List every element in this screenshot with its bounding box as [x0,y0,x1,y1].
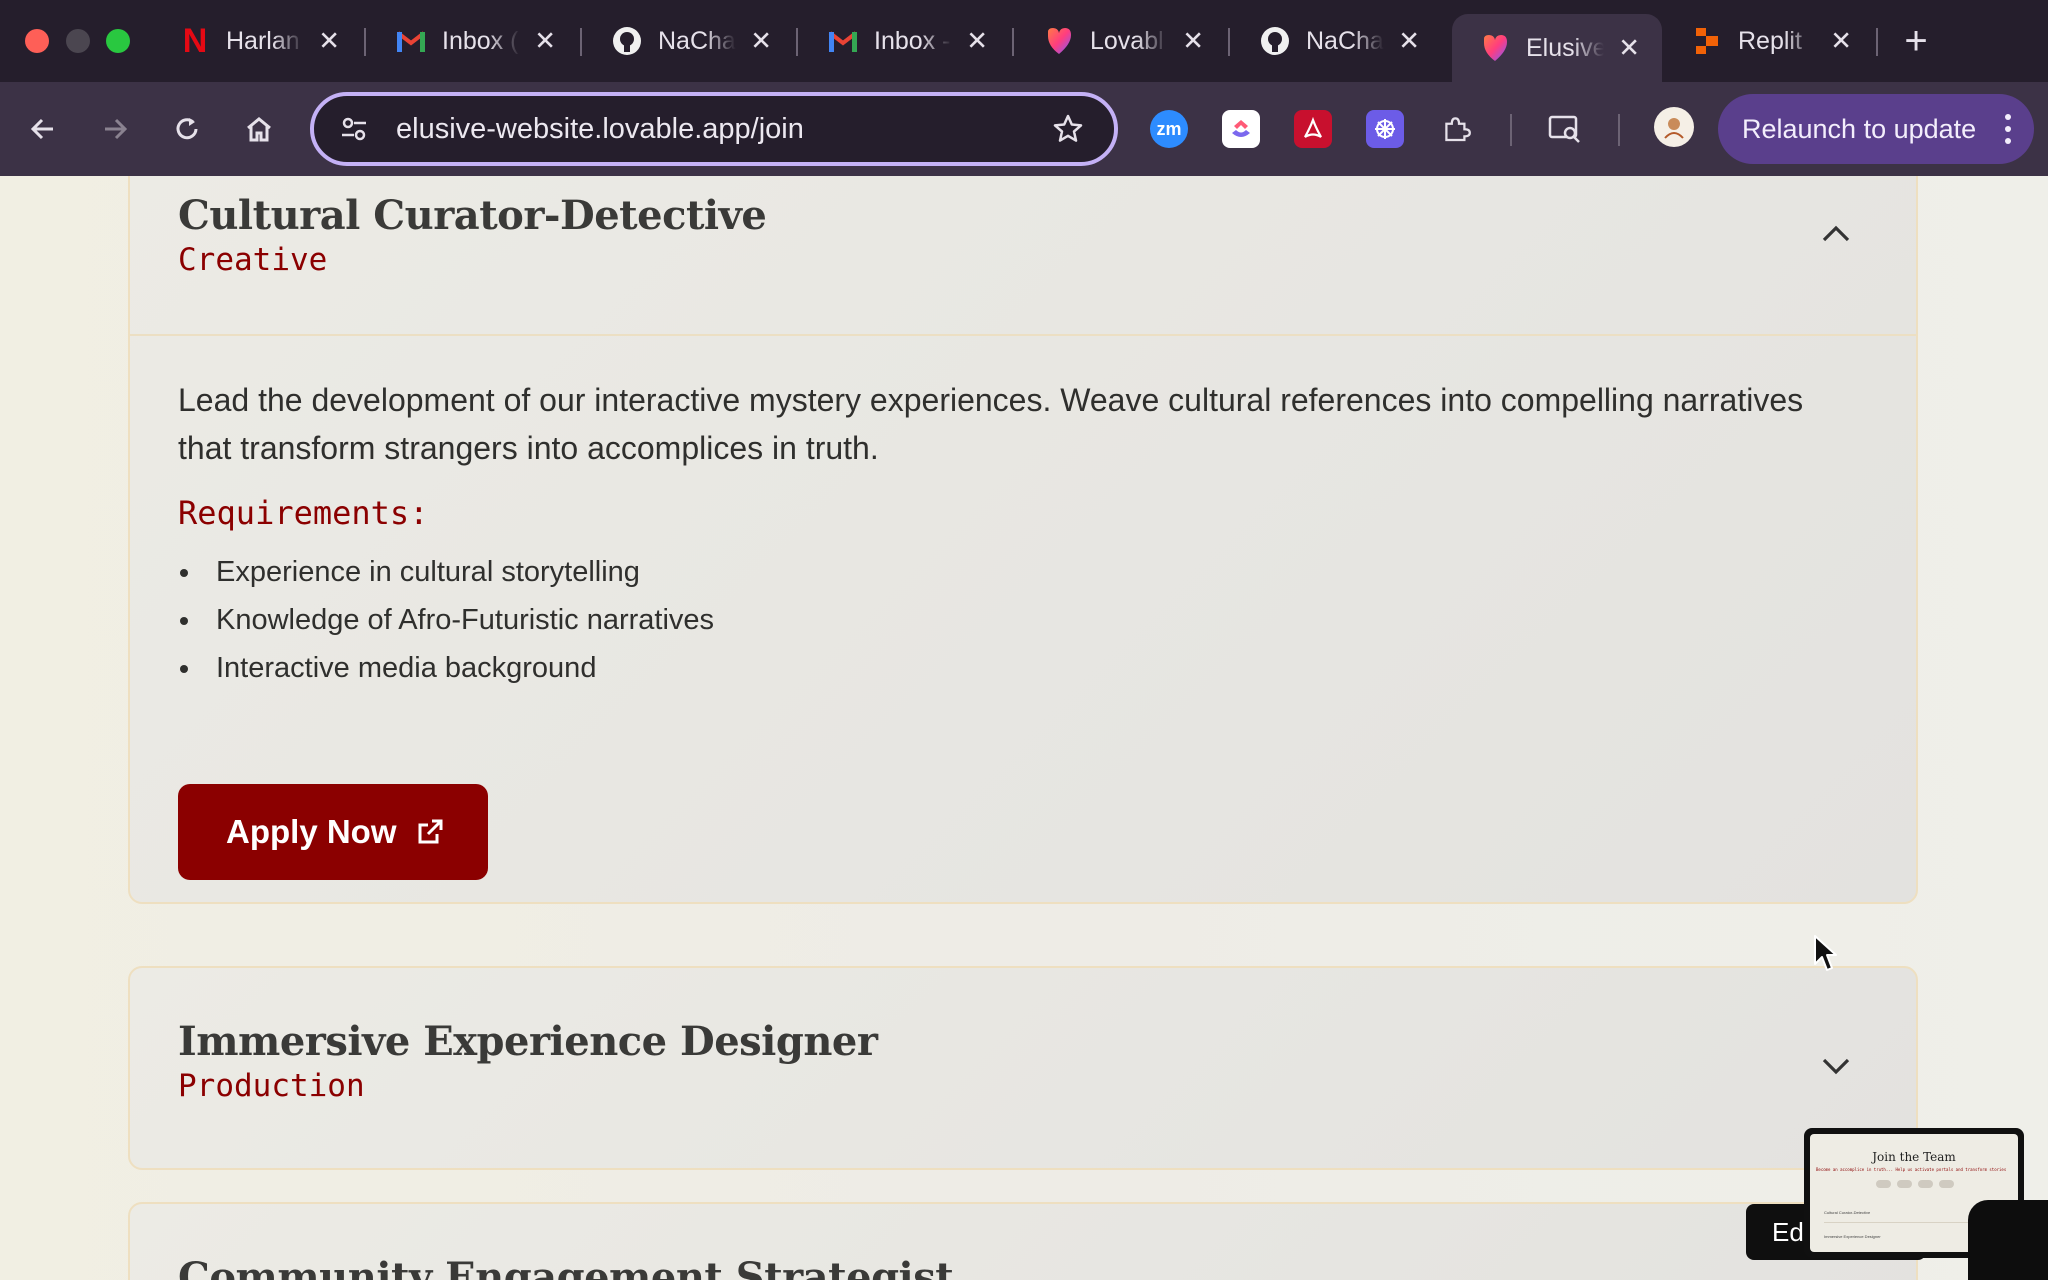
replit-icon [1692,26,1722,56]
relaunch-to-update-button[interactable]: Relaunch to update [1718,94,2034,164]
netflix-icon: N [182,21,208,60]
github-icon [612,26,642,56]
tab-separator [1228,28,1230,56]
site-settings-icon[interactable] [334,109,374,149]
close-tab-icon[interactable]: ✕ [1830,26,1852,57]
role-card-collapsed[interactable]: Community Engagement Strategist [128,1202,1918,1280]
acrobat-icon[interactable] [1294,110,1332,148]
forward-button[interactable] [90,104,140,154]
url-text[interactable]: elusive-website.lovable.app/join [396,113,1048,146]
tab-title: Inbox ( [442,26,519,55]
preview-subtitle: Become an accomplice in truth... Help us… [1816,1167,2007,1172]
role-card-expanded: Cultural Curator-Detective Creative Lead… [128,176,1918,904]
preview-filter-chips [1876,1180,1954,1188]
role-category: Production [178,1068,365,1104]
preview-title: Join the Team [1872,1150,1956,1164]
arrow-left-icon [30,118,53,140]
close-tab-icon[interactable]: ✕ [534,26,556,57]
avatar-image-icon [1664,118,1684,139]
requirements-list: Experience in cultural storytelling Know… [178,548,714,692]
tab-gmail-inbox-2[interactable]: Inbox - ✕ [800,14,1010,68]
role-card-collapsed[interactable]: Immersive Experience Designer Production [128,966,1918,1170]
home-icon [247,117,271,142]
chevron-up-icon[interactable] [1816,214,1856,254]
apply-now-label: Apply Now [226,813,397,850]
lovable-icon [1044,26,1074,56]
tab-title: Replit [1738,26,1802,55]
back-button[interactable] [18,104,68,154]
close-tab-icon[interactable]: ✕ [750,26,772,57]
bookmark-star-icon[interactable] [1048,109,1088,149]
role-title[interactable]: Cultural Curator-Detective [178,192,767,239]
tab-separator [580,28,582,56]
close-tab-icon[interactable]: ✕ [966,26,988,57]
close-tab-icon[interactable]: ✕ [1618,33,1640,64]
tab-title: NaCha [1306,26,1384,55]
maximize-window-button[interactable] [106,29,130,53]
list-item: Interactive media background [178,644,714,692]
relaunch-label: Relaunch to update [1742,113,1977,144]
reload-button[interactable] [162,104,212,154]
apply-now-button[interactable]: Apply Now [178,784,488,880]
list-item: Experience in cultural storytelling [178,548,714,596]
new-tab-button[interactable]: + [1894,16,1938,66]
mouse-cursor-icon [1813,934,1839,979]
home-button[interactable] [234,104,284,154]
zoom-icon[interactable]: zm [1150,110,1188,148]
minimize-window-button[interactable] [66,29,90,53]
arrow-right-icon [105,118,128,140]
role-title[interactable]: Immersive Experience Designer [178,1018,878,1065]
tab-title: Harlan [226,26,300,55]
tab-separator [364,28,366,56]
tab-lovable[interactable]: Lovabl ✕ [1016,14,1226,68]
clickup-icon[interactable] [1222,110,1260,148]
corner-overlay [1968,1200,2048,1280]
reload-icon [176,118,198,140]
tab-separator [1012,28,1014,56]
role-category: Creative [178,242,328,278]
tab-title: Lovabl [1090,26,1164,55]
preview-row-label: Cultural Curator-Detective [1824,1210,1871,1215]
lovable-icon [1480,33,1510,63]
tab-gmail-inbox[interactable]: Inbox ( ✕ [368,14,578,68]
tab-search-icon[interactable] [1546,110,1584,148]
card-divider [130,334,1916,336]
github-icon [1260,26,1290,56]
role-title[interactable]: Community Engagement Strategist [178,1254,954,1280]
toolbar-separator [1618,114,1620,146]
page-viewport: Cultural Curator-Detective Creative Lead… [0,176,2048,1280]
preview-row-label: Immersive Experience Designer [1824,1234,1881,1239]
perplexity-icon[interactable] [1366,110,1404,148]
tab-separator [796,28,798,56]
extensions-puzzle-icon[interactable] [1438,110,1476,148]
tab-github-2[interactable]: NaCha ✕ [1232,14,1442,68]
profile-avatar[interactable] [1654,107,1694,147]
tab-strip: N Harlan ✕ Inbox ( ✕ NaCha ✕ Inbox - ✕ L… [0,0,2048,82]
address-bar[interactable]: elusive-website.lovable.app/join [310,92,1118,166]
toolbar-separator [1510,114,1512,146]
close-window-button[interactable] [25,29,49,53]
chevron-down-icon[interactable] [1816,1046,1856,1086]
external-link-icon [418,819,442,844]
tab-elusive-active[interactable]: Elusive ✕ [1452,14,1662,82]
close-tab-icon[interactable]: ✕ [318,26,340,57]
tab-title: NaCha [658,26,736,55]
tab-netflix[interactable]: N Harlan ✕ [152,14,362,68]
role-description: Lead the development of our interactive … [178,382,1804,466]
close-tab-icon[interactable]: ✕ [1398,26,1420,57]
list-item: Knowledge of Afro-Futuristic narratives [178,596,714,644]
more-menu-icon[interactable] [2004,114,2012,144]
tab-github[interactable]: NaCha ✕ [584,14,794,68]
tab-title: Inbox - [874,26,951,55]
tab-replit[interactable]: Replit ✕ [1664,14,1874,68]
gmail-icon [396,26,426,56]
requirements-heading: Requirements: [178,494,429,532]
tab-title: Elusive [1526,33,1604,62]
gmail-icon [828,26,858,56]
close-tab-icon[interactable]: ✕ [1182,26,1204,57]
tab-separator [1876,28,1878,56]
